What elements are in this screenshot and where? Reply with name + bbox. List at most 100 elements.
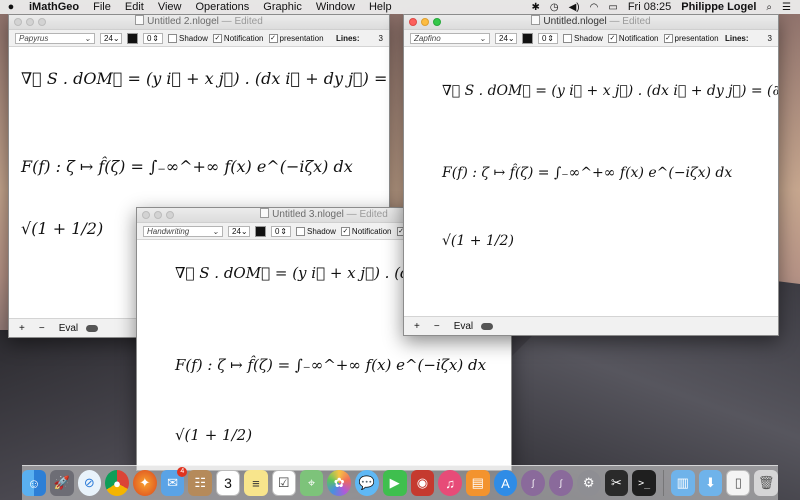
reminders-icon[interactable]: ☑: [271, 470, 296, 496]
number-stepper[interactable]: 0 ⇕: [271, 225, 291, 237]
ibooks-icon[interactable]: ▤: [465, 470, 490, 496]
shadow-checkbox[interactable]: Shadow: [563, 33, 603, 43]
formula-line[interactable]: F(f) : ζ ↦ f̂(ζ) = ∫₋∞^+∞ f(x) e^(−iζx) …: [442, 165, 732, 181]
system-preferences-icon[interactable]: ⚙: [576, 470, 601, 496]
final-cut-icon[interactable]: ✂: [604, 470, 629, 496]
wifi-icon[interactable]: ◠: [585, 2, 604, 13]
formula-editor[interactable]: ∇⃗ S . dOM⃗ = (y i⃗ + x j⃗) . (dx i⃗ + d…: [404, 47, 778, 317]
close-button[interactable]: [14, 18, 22, 26]
menu-help[interactable]: Help: [362, 1, 399, 13]
notification-checkbox[interactable]: ✓ Notification: [607, 33, 659, 43]
eval-toggle[interactable]: [86, 324, 99, 332]
edited-indicator[interactable]: — Edited: [347, 209, 388, 220]
add-line-button[interactable]: +: [19, 323, 25, 334]
itunes-icon[interactable]: ♫: [438, 470, 462, 496]
number-stepper[interactable]: 0 ⇕: [538, 32, 558, 44]
spotlight-icon[interactable]: ⌕: [761, 2, 777, 13]
shadow-checkbox[interactable]: Shadow: [296, 226, 336, 236]
number-stepper[interactable]: 0 ⇕: [143, 32, 163, 44]
edited-indicator[interactable]: — Edited: [610, 16, 651, 27]
mail-icon[interactable]: ✉ 4: [160, 467, 188, 496]
eval-label: Eval: [453, 320, 474, 332]
menu-graphic[interactable]: Graphic: [256, 1, 309, 13]
presentation-checkbox[interactable]: ✓presentation: [663, 33, 719, 43]
contacts-icon[interactable]: ☷: [188, 470, 213, 496]
imathgeo-icon[interactable]: ∫: [549, 470, 573, 496]
applications-folder-icon[interactable]: ▥: [670, 470, 695, 496]
color-well[interactable]: [522, 32, 533, 44]
menu-user[interactable]: Philippe Logel: [676, 1, 761, 13]
lines-label: Lines:: [724, 33, 749, 43]
apple-menu-icon[interactable]: ●: [0, 1, 22, 13]
zoom-button[interactable]: [433, 18, 441, 26]
trash-icon[interactable]: 🗑: [754, 470, 778, 496]
menu-view[interactable]: View: [151, 1, 189, 13]
notes-icon[interactable]: ≡: [244, 470, 268, 496]
chevron-down-icon: ⌄: [84, 33, 91, 43]
color-well[interactable]: [255, 225, 266, 237]
photos-icon[interactable]: ✿: [327, 470, 352, 496]
font-select[interactable]: Papyrus ⌄: [15, 32, 95, 44]
minimize-button[interactable]: [154, 211, 162, 219]
formula-line[interactable]: √(1 + 1/2): [442, 233, 514, 249]
remove-line-button[interactable]: −: [39, 323, 45, 334]
volume-icon[interactable]: ◀): [564, 2, 585, 13]
downloads-folder-icon[interactable]: ⬇: [698, 470, 723, 496]
document-icon[interactable]: ▯: [726, 470, 751, 496]
notification-center-icon[interactable]: ☰: [777, 2, 796, 13]
edited-indicator[interactable]: — Edited: [222, 16, 263, 27]
terminal-icon[interactable]: >_: [632, 470, 656, 496]
formula-line[interactable]: F(f) : ζ ↦ f̂(ζ) = ∫₋∞^+∞ f(x) e^(−iζx) …: [21, 157, 353, 176]
facetime-icon[interactable]: ▶: [382, 470, 407, 496]
formula-line[interactable]: ∇⃗ S . dOM⃗ = (y i⃗ + x j⃗) . (dx i⃗ + d…: [21, 69, 389, 88]
imathgeo-icon[interactable]: ∫: [521, 470, 546, 496]
shadow-checkbox[interactable]: Shadow: [168, 33, 208, 43]
font-select[interactable]: Zapfino ⌄: [410, 32, 490, 44]
formula-line[interactable]: √(1 + 1/2): [21, 219, 103, 238]
add-line-button[interactable]: +: [414, 321, 420, 332]
minimize-button[interactable]: [421, 18, 429, 26]
messages-icon[interactable]: 💬: [355, 470, 379, 496]
color-well[interactable]: [127, 32, 138, 44]
font-select[interactable]: Handwriting ⌄: [143, 225, 223, 237]
font-size-select[interactable]: 24 ⌄: [495, 32, 517, 44]
battery-icon[interactable]: ▭: [603, 2, 622, 13]
zoom-button[interactable]: [38, 18, 46, 26]
bottom-bar: + − Eval: [404, 316, 778, 335]
time-machine-icon[interactable]: ◷: [545, 2, 564, 13]
close-button[interactable]: [409, 18, 417, 26]
notification-checkbox[interactable]: ✓ Notification: [340, 226, 392, 236]
finder-icon[interactable]: ☺: [22, 470, 46, 496]
format-toolbar: Papyrus ⌄ 24 ⌄ 0 ⇕ Shadow ✓ Notification ✓ pr…: [9, 30, 389, 47]
presentation-checkbox[interactable]: ✓presentation: [268, 33, 324, 43]
menu-file[interactable]: File: [86, 1, 118, 13]
zoom-button[interactable]: [166, 211, 174, 219]
firefox-icon[interactable]: ✦: [132, 470, 157, 496]
safari-icon[interactable]: ⊘: [77, 470, 102, 496]
maps-icon[interactable]: ⌖: [299, 470, 324, 496]
menu-app-name[interactable]: iMathGeo: [22, 1, 86, 13]
minimize-button[interactable]: [26, 18, 34, 26]
chrome-icon[interactable]: ●: [105, 470, 129, 496]
formula-line[interactable]: F(f) : ζ ↦ f̂(ζ) = ∫₋∞^+∞ f(x) e^(−iζx) …: [175, 356, 486, 374]
notification-checkbox[interactable]: ✓ Notification: [212, 33, 264, 43]
formula-line[interactable]: √(1 + 1/2): [175, 426, 252, 444]
launchpad-icon[interactable]: 🚀: [49, 470, 74, 496]
app-store-icon[interactable]: A: [493, 470, 518, 496]
font-size-select[interactable]: 24 ⌄: [228, 225, 250, 237]
menu-window[interactable]: Window: [309, 1, 362, 13]
photo-booth-icon[interactable]: ◉: [410, 470, 435, 496]
menu-edit[interactable]: Edit: [118, 1, 151, 13]
remove-line-button[interactable]: −: [434, 321, 440, 332]
eval-toggle[interactable]: [481, 322, 494, 330]
menu-clock[interactable]: Fri 08:25: [623, 1, 676, 13]
calendar-icon[interactable]: 3: [216, 470, 240, 496]
window-titlebar[interactable]: Untitled.nlogel — Edited: [404, 15, 778, 30]
font-size-select[interactable]: 24 ⌄: [100, 32, 122, 44]
window-titlebar[interactable]: Untitled 2.nlogel — Edited: [9, 15, 389, 30]
close-button[interactable]: [142, 211, 150, 219]
bluetooth-icon[interactable]: ✱: [526, 2, 544, 13]
menu-operations[interactable]: Operations: [188, 1, 256, 13]
formula-line[interactable]: ∇⃗ S . dOM⃗ = (y i⃗ + x j⃗) . (dx i⃗ + d…: [442, 83, 778, 99]
lines-count: 3: [378, 33, 383, 43]
